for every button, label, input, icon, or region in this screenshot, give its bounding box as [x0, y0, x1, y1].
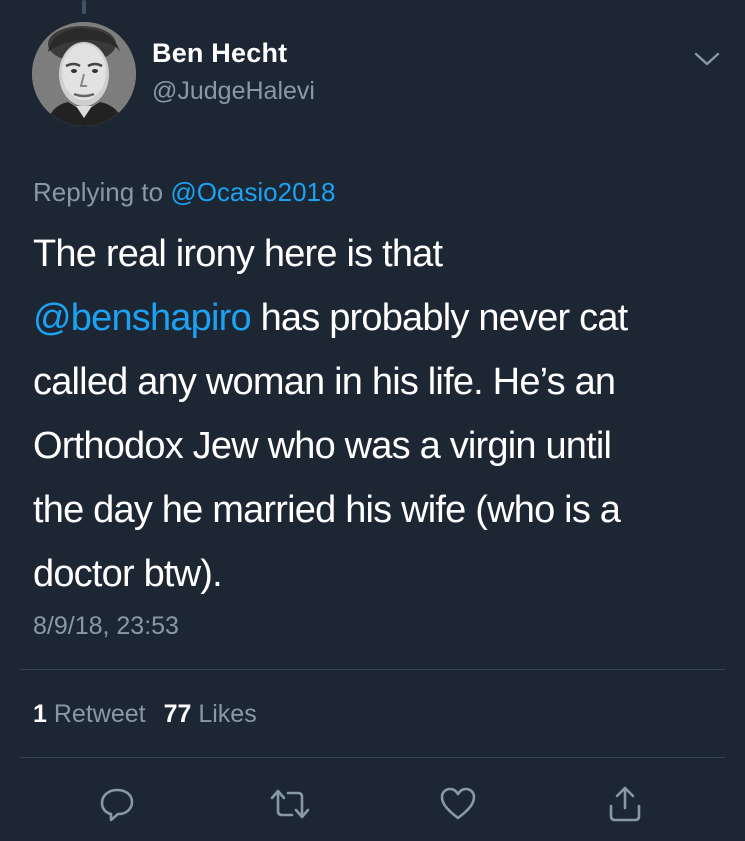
share-button[interactable] [603, 782, 647, 826]
heart-icon [440, 787, 476, 820]
tweet-detail: Ben Hecht @JudgeHalevi Replying to @Ocas… [0, 0, 745, 841]
tweet-text-line: doctor btw). [33, 542, 723, 606]
tweet-text-line: The real irony here is that [33, 222, 723, 286]
retweet-button[interactable] [268, 782, 312, 826]
like-button[interactable] [436, 782, 480, 826]
reply-button[interactable] [95, 782, 139, 826]
author-handle[interactable]: @JudgeHalevi [152, 77, 315, 106]
tweet-text-segment: has probably never cat [250, 297, 629, 339]
retweet-count: 1 [33, 700, 47, 728]
tweet-text-segment: The real irony here is that [33, 233, 443, 275]
chevron-down-icon[interactable] [692, 48, 722, 70]
tweet-text-line: Orthodox Jew who was a virgin until [33, 414, 723, 478]
share-icon [609, 786, 641, 822]
divider [20, 757, 725, 758]
avatar-portrait-image [32, 22, 136, 126]
likes-label: Likes [198, 700, 257, 728]
tweet-action-bar [0, 776, 745, 826]
replying-to-label: Replying to [33, 177, 171, 207]
tweet-timestamp: 8/9/18, 23:53 [33, 612, 179, 640]
like-count: 77 [163, 700, 192, 728]
tweet-text-segment: called any woman in his life. He’s an [33, 361, 616, 403]
engagement-stats: 1 Retweet 77 Likes [33, 700, 257, 729]
replying-to-context: Replying to @Ocasio2018 [33, 177, 335, 208]
tweet-text-line: the day he married his wife (who is a [33, 478, 723, 542]
tweet-text: The real irony here is that @benshapiro h… [33, 222, 723, 606]
retweet-icon [270, 789, 310, 819]
tweet-text-segment: the day he married his wife (who is a [33, 489, 621, 531]
replying-to-mention-link[interactable]: @Ocasio2018 [170, 177, 335, 207]
thread-connector-line [82, 0, 86, 14]
likes-stat[interactable]: 77 Likes [164, 700, 257, 728]
divider [20, 669, 725, 670]
retweets-stat[interactable]: 1 Retweet [33, 700, 146, 728]
author-display-name[interactable]: Ben Hecht [152, 38, 287, 69]
reply-icon [100, 788, 134, 822]
avatar[interactable] [32, 22, 136, 126]
mention-link[interactable]: @benshapiro [33, 297, 252, 339]
tweet-text-line: @benshapiro has probably never cat [33, 286, 723, 350]
tweet-text-segment: Orthodox Jew who was a virgin until [33, 425, 612, 467]
tweet-text-line: called any woman in his life. He’s an [33, 350, 723, 414]
tweet-text-segment: doctor btw). [33, 553, 223, 595]
retweet-label: Retweet [53, 700, 146, 728]
